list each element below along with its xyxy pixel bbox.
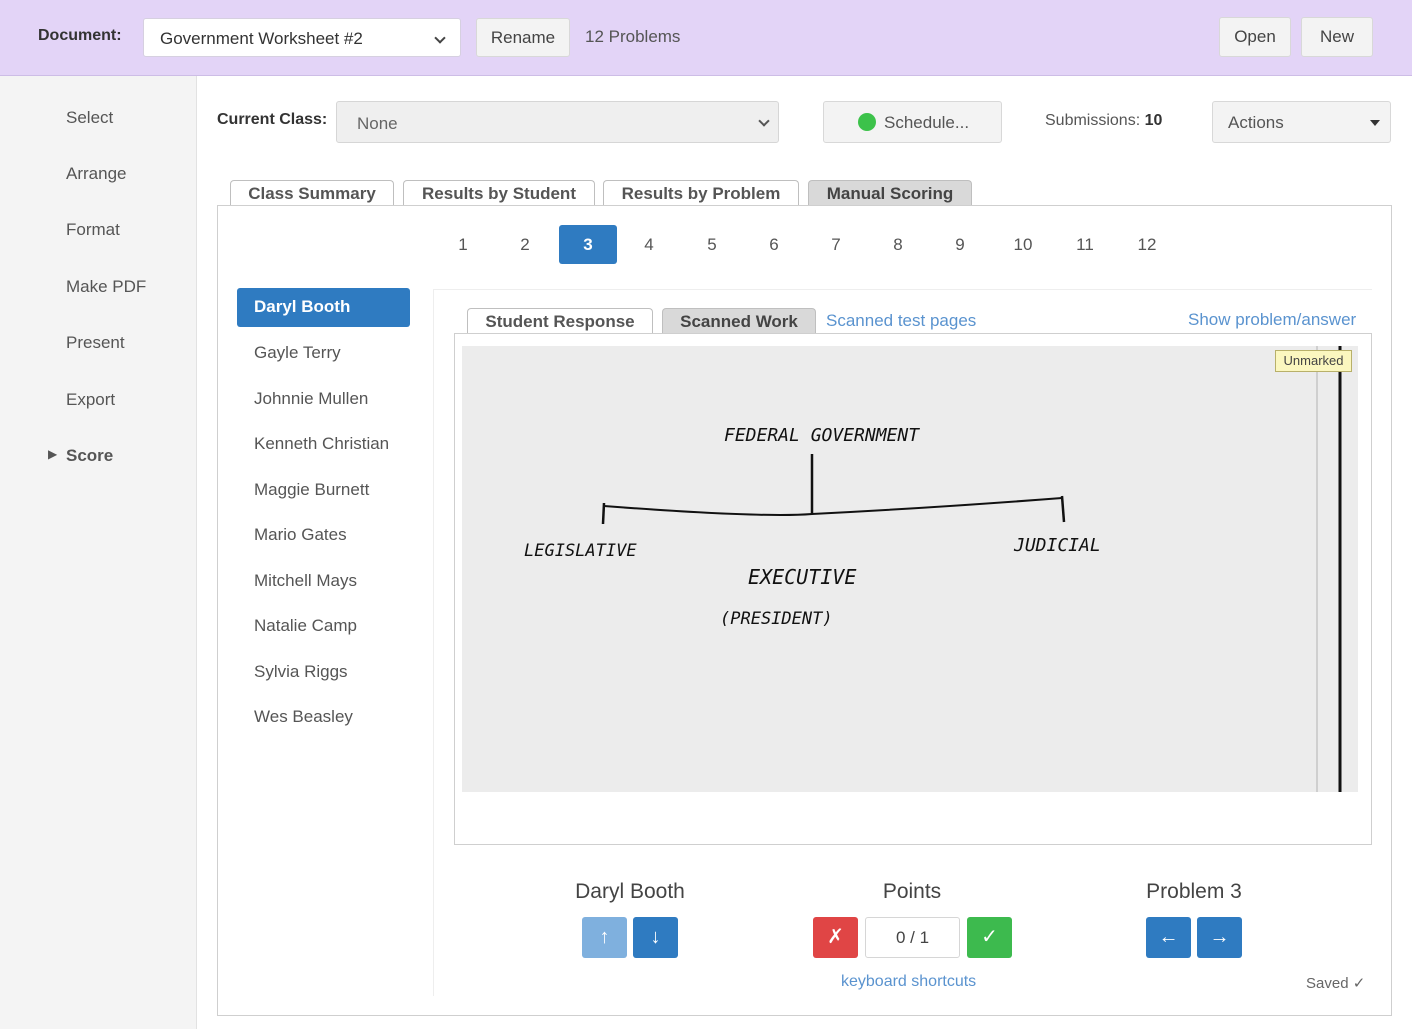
problem-number-10[interactable]: 10 [994, 225, 1052, 264]
problem-number-9[interactable]: 9 [931, 225, 989, 264]
diagram-root-text: FEDERAL GOVERNMENT [724, 425, 920, 446]
points-input[interactable]: 0 / 1 [865, 917, 960, 958]
next-problem-button[interactable]: → [1197, 917, 1242, 958]
rename-button[interactable]: Rename [476, 18, 570, 57]
document-select[interactable]: Government Worksheet #2 [143, 18, 461, 57]
scanned-work-image: FEDERAL GOVERNMENT LEGISLATIVE EXECUTIVE… [462, 346, 1358, 792]
submissions-info: Submissions: 10 [1045, 112, 1162, 130]
previous-problem-button[interactable]: ← [1146, 917, 1191, 958]
next-student-button[interactable]: ↓ [633, 917, 678, 958]
sidebar-item-export[interactable]: Export [66, 390, 115, 410]
points-label: Points [882, 880, 942, 903]
submissions-count: 10 [1144, 112, 1163, 129]
current-class-select[interactable]: None [336, 101, 779, 143]
sidebar-item-score[interactable]: Score [66, 446, 113, 466]
tab-results-by-student[interactable]: Results by Student [403, 180, 595, 207]
saved-status: Saved ✓ [1306, 974, 1365, 992]
problem-number-6[interactable]: 6 [745, 225, 803, 264]
problem-number-5[interactable]: 5 [683, 225, 741, 264]
problem-number-4[interactable]: 4 [620, 225, 678, 264]
saved-label: Saved [1306, 975, 1349, 992]
status-dot-icon [858, 113, 876, 131]
arrow-left-icon: ← [1158, 926, 1179, 948]
tab-results-by-problem[interactable]: Results by Problem [603, 180, 799, 207]
document-select-value: Government Worksheet #2 [160, 29, 363, 48]
document-label: Document: [38, 27, 122, 44]
diagram-middle-text: EXECUTIVE [748, 565, 856, 589]
problem-number-7[interactable]: 7 [807, 225, 865, 264]
footer-problem-label: Problem 3 [1146, 880, 1242, 903]
status-badge: Unmarked [1275, 350, 1352, 372]
sidebar-item-format[interactable]: Format [66, 220, 120, 240]
arrow-down-icon: ↓ [650, 926, 661, 948]
diagram-middle-sub-text: (PRESIDENT) [720, 609, 833, 629]
student-item-johnnie-mullen[interactable]: Johnnie Mullen [254, 389, 368, 409]
actions-dropdown[interactable]: Actions [1212, 101, 1391, 143]
problem-number-1[interactable]: 1 [434, 225, 492, 264]
diagram-right-text: JUDICIAL [1013, 535, 1101, 556]
tab-manual-scoring[interactable]: Manual Scoring [808, 180, 972, 207]
sidebar-item-arrange[interactable]: Arrange [66, 164, 126, 184]
student-item-natalie-camp[interactable]: Natalie Camp [254, 616, 357, 636]
student-item-mitchell-mays[interactable]: Mitchell Mays [254, 571, 357, 591]
student-item-mario-gates[interactable]: Mario Gates [254, 525, 347, 545]
top-bar: Document: Government Worksheet #2 Rename… [0, 0, 1412, 76]
subtab-student-response[interactable]: Student Response [467, 308, 653, 334]
footer-student-name: Daryl Booth [575, 880, 685, 903]
problem-number-12[interactable]: 12 [1118, 225, 1176, 264]
new-button[interactable]: New [1301, 17, 1373, 57]
student-item-gayle-terry[interactable]: Gayle Terry [254, 343, 341, 363]
problem-number-2[interactable]: 2 [496, 225, 554, 264]
sidebar [0, 76, 197, 1029]
problem-number-3[interactable]: 3 [559, 225, 617, 264]
sidebar-item-present[interactable]: Present [66, 333, 125, 353]
problem-count: 12 Problems [585, 27, 681, 46]
triangle-right-icon: ▶ [48, 447, 58, 461]
scanned-test-pages-link[interactable]: Scanned test pages [826, 311, 976, 331]
problem-number-11[interactable]: 11 [1056, 225, 1114, 264]
mark-correct-button[interactable]: ✓ [967, 917, 1012, 958]
student-item-sylvia-riggs[interactable]: Sylvia Riggs [254, 662, 348, 682]
sidebar-item-make-pdf[interactable]: Make PDF [66, 277, 146, 297]
caret-down-icon [1370, 120, 1380, 126]
student-item-kenneth-christian[interactable]: Kenneth Christian [254, 434, 389, 454]
arrow-up-icon: ↑ [599, 926, 610, 948]
schedule-button[interactable]: Schedule... [823, 101, 1002, 143]
mark-wrong-button[interactable]: ✗ [813, 917, 858, 958]
sidebar-item-select[interactable]: Select [66, 108, 113, 128]
show-problem-answer-link[interactable]: Show problem/answer [1188, 310, 1356, 330]
student-item-wes-beasley[interactable]: Wes Beasley [254, 707, 353, 727]
student-item-maggie-burnett[interactable]: Maggie Burnett [254, 480, 369, 500]
submissions-label: Submissions: [1045, 112, 1141, 129]
x-icon: ✗ [827, 926, 844, 948]
open-button[interactable]: Open [1219, 17, 1291, 57]
chevron-down-icon [758, 115, 770, 127]
handwritten-diagram: FEDERAL GOVERNMENT LEGISLATIVE EXECUTIVE… [524, 346, 1342, 792]
current-class-value: None [357, 114, 398, 133]
schedule-label: Schedule... [884, 113, 970, 132]
actions-label: Actions [1228, 113, 1284, 132]
subtab-scanned-work[interactable]: Scanned Work [662, 308, 816, 334]
previous-student-button[interactable]: ↑ [582, 917, 627, 958]
check-icon: ✓ [981, 926, 998, 948]
diagram-left-text: LEGISLATIVE [524, 541, 637, 561]
tab-class-summary[interactable]: Class Summary [230, 180, 394, 207]
student-item-daryl-booth[interactable]: Daryl Booth [237, 288, 410, 327]
arrow-right-icon: → [1209, 926, 1230, 948]
chevron-down-icon [434, 32, 446, 44]
current-class-label: Current Class: [217, 111, 328, 128]
check-icon: ✓ [1352, 975, 1366, 992]
keyboard-shortcuts-link[interactable]: keyboard shortcuts [841, 973, 976, 991]
problem-number-8[interactable]: 8 [869, 225, 927, 264]
